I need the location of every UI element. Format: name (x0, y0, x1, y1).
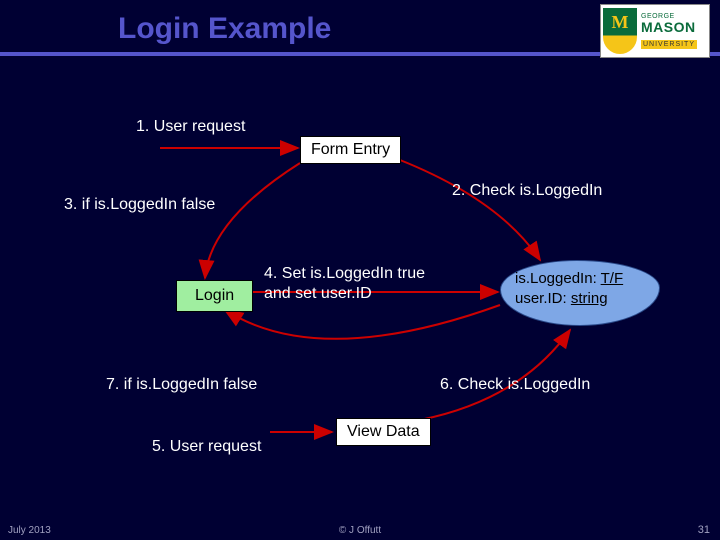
logo-shield-icon (603, 8, 637, 54)
footer-date: July 2013 (8, 525, 51, 536)
state-line1-prefix: is.LoggedIn: (515, 270, 601, 287)
footer-copyright: © J Offutt (339, 525, 381, 536)
label-step5: 5. User request (152, 438, 261, 456)
label-step4: 4. Set is.LoggedIn true and set user.ID (264, 264, 434, 304)
node-form-entry: Form Entry (300, 136, 401, 164)
label-step3: 3. if is.LoggedIn false (64, 196, 215, 214)
state-line2: user.ID: string (515, 289, 645, 309)
logo-line2: MASON (641, 20, 697, 34)
node-view-data: View Data (336, 418, 431, 446)
state-line2-prefix: user.ID: (515, 290, 571, 307)
state-line2-val: string (571, 290, 608, 307)
label-step1: 1. User request (136, 118, 245, 136)
label-step6: 6. Check is.LoggedIn (440, 376, 590, 394)
state-line1-val: T/F (601, 270, 624, 287)
node-login: Login (176, 280, 253, 312)
footer-page: 31 (698, 524, 710, 536)
label-step2: 2. Check is.LoggedIn (452, 182, 602, 200)
state-line1: is.LoggedIn: T/F (515, 269, 645, 289)
slide-title: Login Example (118, 12, 331, 46)
state-blob: is.LoggedIn: T/F user.ID: string (500, 260, 660, 326)
gmu-logo: GEORGE MASON UNIVERSITY (600, 4, 710, 58)
logo-text: GEORGE MASON UNIVERSITY (641, 13, 697, 50)
label-step7: 7. if is.LoggedIn false (106, 376, 257, 394)
logo-line3: UNIVERSITY (641, 40, 697, 49)
